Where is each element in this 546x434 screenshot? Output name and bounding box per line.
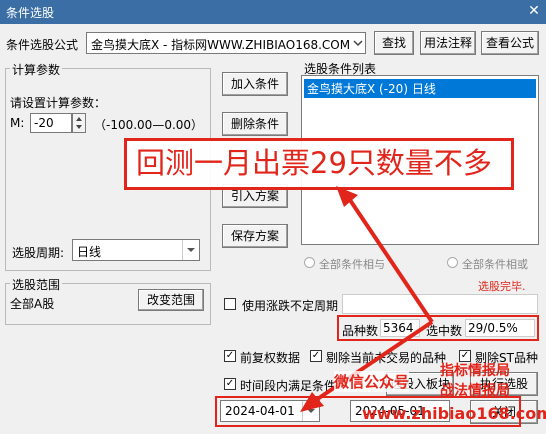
calc-prompt: 请设置计算参数：	[10, 96, 107, 110]
window-title: 条件选股	[6, 6, 55, 20]
chevron-down-icon	[187, 248, 195, 252]
period-value: 日线	[77, 245, 102, 259]
prev-adjust-checkbox[interactable]: ✓	[224, 350, 236, 362]
time-range-checkbox[interactable]: ✓	[224, 378, 236, 390]
chevron-down-icon	[307, 409, 315, 413]
period-label: 选股周期:	[12, 246, 65, 260]
watermark-brand2: 战法情报局	[440, 383, 510, 399]
radio-or[interactable]	[447, 257, 458, 268]
formula-value: 金鸟摸大底X - 指标网WWW.ZHIBIAO168.COM	[91, 38, 351, 52]
checkmark-icon: ✓	[225, 378, 235, 389]
formula-dropdown-button[interactable]	[351, 33, 365, 53]
prev-adjust-label: 前复权数据	[240, 351, 301, 365]
chevron-down-icon	[353, 40, 363, 47]
change-scope-button[interactable]: 改变范围	[138, 289, 204, 311]
count-value: 5364	[380, 319, 420, 337]
scope-title: 选股范围	[10, 276, 63, 293]
find-button[interactable]: 查找	[374, 31, 414, 55]
close-window-button[interactable]: ✕	[524, 2, 544, 20]
watermark-wechat: 微信公众号	[334, 371, 410, 392]
title-bar: 条件选股	[0, 0, 546, 24]
checkmark-icon: ✓	[225, 350, 235, 361]
use-period-label: 使用涨跌不定周期	[242, 299, 339, 313]
selected-label: 选中数	[426, 324, 463, 338]
close-icon: ✕	[528, 3, 540, 19]
time-range-label: 时间段内满足条件	[240, 379, 337, 393]
period-dropdown-button[interactable]	[182, 240, 199, 260]
calc-params-title: 计算参数	[10, 61, 63, 78]
period-select[interactable]: 日线	[72, 239, 200, 261]
count-label: 品种数	[342, 324, 379, 338]
use-period-checkbox[interactable]	[224, 298, 236, 310]
scope-value: 全部A股	[10, 297, 55, 311]
selected-value: 29/0.5%	[465, 319, 535, 337]
checkmark-icon: ✓	[311, 350, 321, 361]
param-name: M:	[10, 116, 25, 130]
start-date-dropdown[interactable]	[302, 401, 319, 421]
param-m-value: -20	[34, 116, 54, 130]
radio-and-label: 全部条件相与	[319, 258, 385, 271]
param-range: （-100.00—0.00）	[94, 118, 204, 132]
condition-list-item[interactable]: 金鸟摸大底X (-20) 日线	[304, 79, 536, 98]
exclude-untraded-label: 剔除当前未交易的品种	[326, 351, 447, 365]
period-range-field[interactable]	[342, 294, 538, 314]
status-text: 选股完毕.	[478, 280, 526, 293]
exclude-untraded-checkbox[interactable]: ✓	[310, 350, 322, 362]
radio-or-label: 全部条件相或	[462, 258, 528, 271]
usage-button[interactable]: 用法注释	[420, 31, 476, 55]
watermark-url: www.zhibiao168.com	[362, 404, 546, 423]
annotation-headline: 回测一月出票29只数量不多	[136, 146, 492, 180]
watermark-brand1: 指标情报局	[440, 363, 510, 379]
spin-arrows-icon	[76, 117, 82, 129]
param-m-spinner[interactable]	[72, 113, 86, 133]
view-formula-button[interactable]: 查看公式	[481, 31, 539, 55]
param-m-input[interactable]: -20	[30, 113, 72, 133]
formula-select[interactable]: 金鸟摸大底X - 指标网WWW.ZHIBIAO168.COM	[86, 32, 366, 54]
add-condition-button[interactable]: 加入条件	[222, 72, 288, 96]
start-date-value: 2024-04-01	[225, 404, 295, 418]
save-plan-button[interactable]: 保存方案	[222, 224, 288, 248]
formula-label: 条件选股公式	[6, 38, 79, 52]
delete-condition-button[interactable]: 删除条件	[222, 112, 288, 136]
radio-and[interactable]	[304, 257, 315, 268]
